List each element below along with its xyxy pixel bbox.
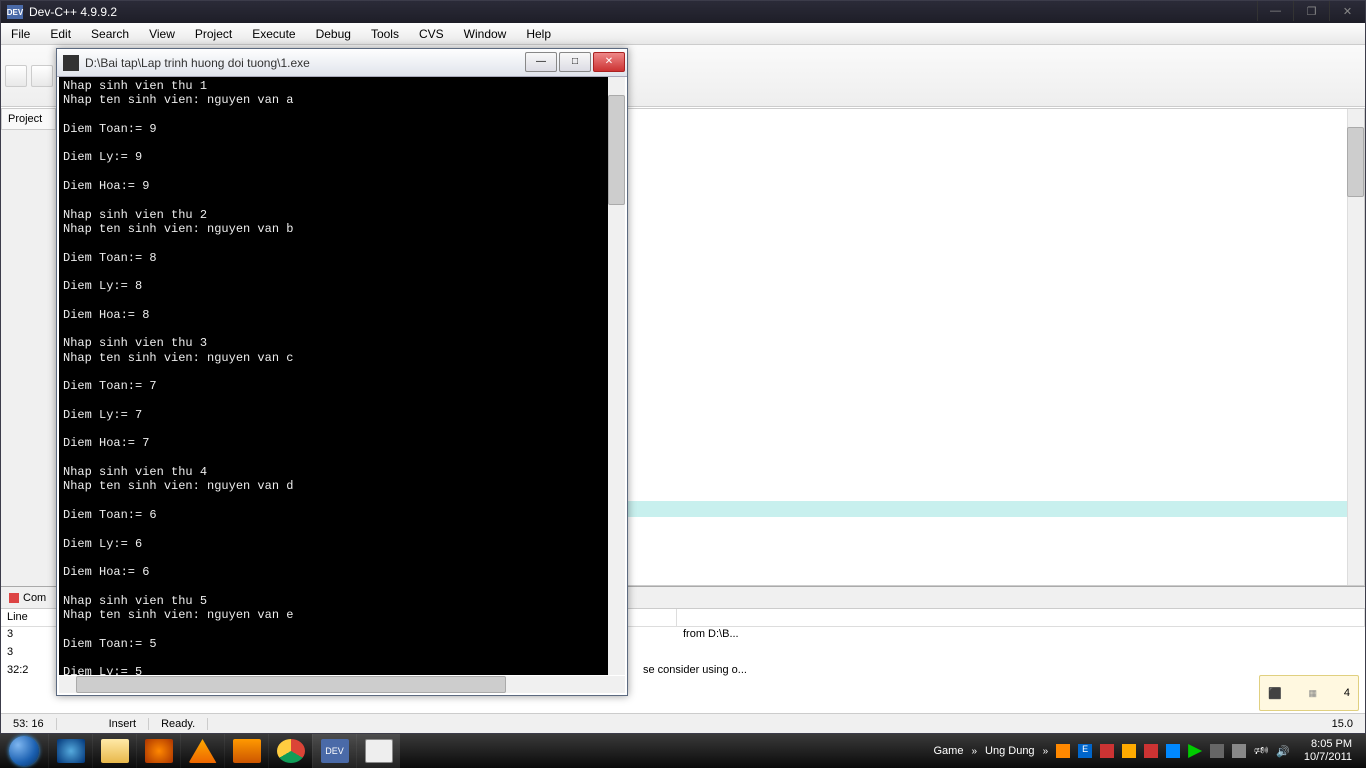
taskbar-vlc[interactable] [180, 734, 224, 768]
console-title: D:\Bai tap\Lap trinh huong doi tuong\1.e… [85, 56, 523, 70]
pinned-apps: DEV [48, 734, 400, 768]
console-output[interactable]: Nhap sinh vien thu 1 Nhap ten sinh vien:… [59, 77, 625, 675]
tray-flag-icon[interactable]: 🕬 [1254, 742, 1268, 761]
taskbar-mediaplayer[interactable] [224, 734, 268, 768]
tray-icon[interactable] [1122, 744, 1136, 758]
project-tab[interactable]: Project [1, 108, 56, 130]
menu-tools[interactable]: Tools [361, 27, 409, 41]
clock-date: 10/7/2011 [1304, 751, 1352, 764]
menu-file[interactable]: File [1, 27, 40, 41]
tray-icon[interactable] [1210, 744, 1224, 758]
tray-icon[interactable] [1144, 744, 1158, 758]
system-tray: Game » Ung Dung » E 🕬 🔊 8:05 PM 10/7/2011 [933, 734, 1366, 768]
tray-icon[interactable] [1232, 744, 1246, 758]
cell-msg: se consider using o... [637, 663, 1365, 681]
tray-volume-icon[interactable]: 🔊 [1276, 745, 1290, 758]
taskbar-chrome[interactable] [268, 734, 312, 768]
tray-icon[interactable] [1056, 744, 1070, 758]
tray-icon[interactable] [1166, 744, 1180, 758]
statusbar: 53: 16 Insert Ready. 15.0 [1, 713, 1365, 733]
close-button[interactable]: ✕ [1329, 1, 1365, 21]
maximize-button[interactable]: ❐ [1293, 1, 1329, 21]
col-message[interactable] [677, 609, 1365, 626]
taskbar-ie[interactable] [48, 734, 92, 768]
menu-execute[interactable]: Execute [242, 27, 305, 41]
tray-label-ungdung[interactable]: Ung Dung [985, 745, 1035, 757]
menu-view[interactable]: View [139, 27, 185, 41]
console-minimize-button[interactable]: — [525, 52, 557, 72]
menu-window[interactable]: Window [454, 27, 517, 41]
indicator-left-icon: ⬛ [1268, 687, 1282, 700]
taskbar: DEV Game » Ung Dung » E 🕬 🔊 8:05 PM 10/7/2… [0, 734, 1366, 768]
menu-help[interactable]: Help [516, 27, 561, 41]
scrollbar-thumb[interactable] [608, 95, 625, 205]
compiler-tab[interactable]: Com [1, 592, 54, 604]
cell-line: 32:2 [1, 663, 57, 681]
start-button[interactable] [0, 734, 48, 768]
taskbar-firefox[interactable] [136, 734, 180, 768]
taskbar-devcpp[interactable]: DEV [312, 734, 356, 768]
menu-debug[interactable]: Debug [306, 27, 361, 41]
taskbar-clock[interactable]: 8:05 PM 10/7/2011 [1298, 738, 1358, 764]
status-state: Ready. [149, 718, 208, 730]
console-maximize-button[interactable]: □ [559, 52, 591, 72]
scrollbar-thumb[interactable] [76, 676, 506, 693]
editor-scrollbar-vertical[interactable] [1347, 109, 1364, 585]
console-close-button[interactable]: ✕ [593, 52, 625, 72]
toolbar-button[interactable] [31, 65, 53, 87]
toolbar-button[interactable] [5, 65, 27, 87]
cell-msg [677, 645, 1365, 663]
windows-orb-icon [9, 736, 39, 766]
taskbar-console[interactable] [356, 734, 400, 768]
clock-time: 8:05 PM [1304, 738, 1352, 751]
project-panel: Project [1, 108, 57, 586]
titlebar[interactable]: DEV Dev-C++ 4.9.9.2 — ❐ ✕ [1, 1, 1365, 23]
cell-line: 3 [1, 627, 57, 645]
tray-icon[interactable] [1100, 744, 1114, 758]
tray-icon[interactable] [1188, 744, 1202, 758]
menubar: File Edit Search View Project Execute De… [1, 23, 1365, 45]
taskbar-explorer[interactable] [92, 734, 136, 768]
menu-cvs[interactable]: CVS [409, 27, 454, 41]
tray-icon[interactable]: E [1078, 744, 1092, 758]
window-title: Dev-C++ 4.9.9.2 [29, 5, 1257, 19]
menu-project[interactable]: Project [185, 27, 242, 41]
console-scrollbar-horizontal[interactable] [59, 676, 625, 693]
col-line[interactable]: Line [1, 609, 57, 626]
console-scrollbar-vertical[interactable] [608, 77, 625, 675]
chevron-icon: » [971, 746, 977, 757]
cell-line: 3 [1, 645, 57, 663]
chevron-icon: » [1043, 746, 1049, 757]
scrollbar-thumb[interactable] [1347, 127, 1364, 197]
indicator-box[interactable]: ⬛ ▦ 4 [1259, 675, 1359, 711]
indicator-count: 4 [1344, 687, 1350, 699]
status-mode: Insert [97, 718, 150, 730]
status-right: 15.0 [1320, 718, 1365, 730]
tray-label-game[interactable]: Game [933, 745, 963, 757]
minimize-button[interactable]: — [1257, 1, 1293, 21]
compiler-tab-label: Com [23, 592, 46, 604]
app-icon: DEV [7, 5, 23, 19]
console-window[interactable]: D:\Bai tap\Lap trinh huong doi tuong\1.e… [56, 48, 628, 696]
console-icon [63, 55, 79, 71]
menu-edit[interactable]: Edit [40, 27, 81, 41]
status-position: 53: 16 [1, 718, 57, 730]
cell-msg: from D:\B... [677, 627, 1365, 645]
console-titlebar[interactable]: D:\Bai tap\Lap trinh huong doi tuong\1.e… [57, 49, 627, 77]
menu-search[interactable]: Search [81, 27, 139, 41]
